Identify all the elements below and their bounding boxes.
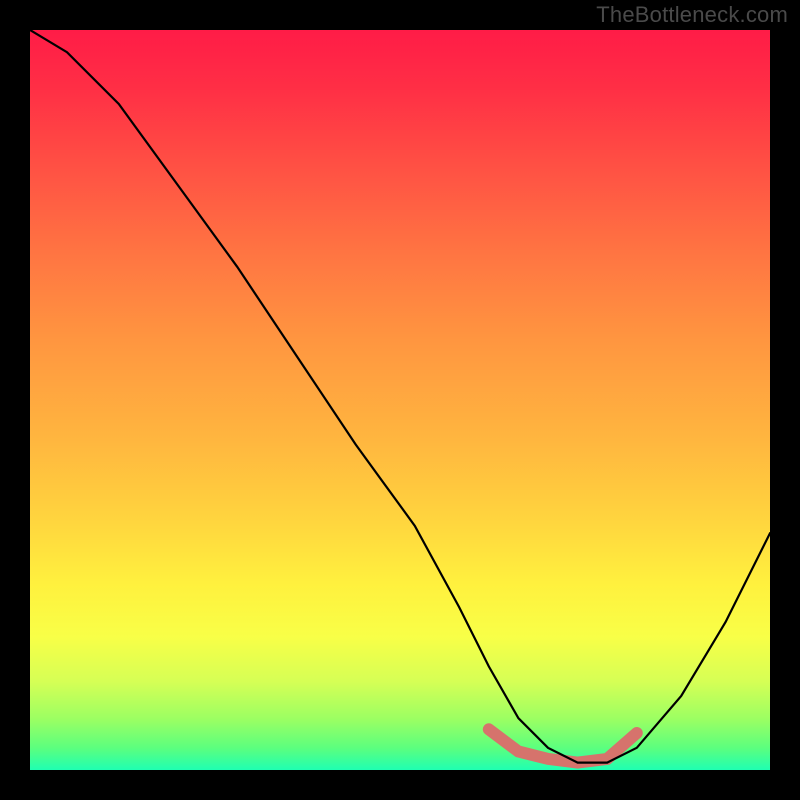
sweet-spot-highlight	[489, 729, 637, 762]
bottleneck-curve	[30, 30, 770, 763]
chart-container: TheBottleneck.com	[0, 0, 800, 800]
watermark-text: TheBottleneck.com	[596, 2, 788, 28]
plot-area	[30, 30, 770, 770]
curve-layer	[30, 30, 770, 770]
